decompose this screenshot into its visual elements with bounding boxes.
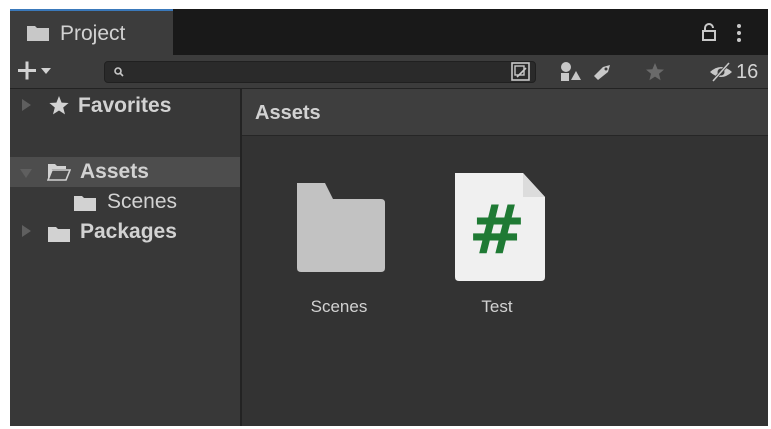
kebab-menu-icon[interactable] xyxy=(736,23,742,43)
folder-open-icon xyxy=(47,164,71,181)
breadcrumb-assets[interactable]: Assets xyxy=(255,101,321,125)
tree-item-label: Packages xyxy=(80,220,177,243)
project-window: Project 16 Favorites Assets Scenes Packa… xyxy=(10,9,768,426)
search-input[interactable] xyxy=(131,62,531,82)
tree-item-label: Assets xyxy=(80,160,149,183)
tree-item-scenes[interactable]: Scenes xyxy=(10,187,240,217)
foldout-arrow-icon[interactable] xyxy=(20,169,32,178)
script-hash-glyph: # xyxy=(468,191,526,270)
tab-label: Project xyxy=(60,22,126,45)
tree-item-assets[interactable]: Assets xyxy=(10,157,240,187)
create-dropdown-button[interactable] xyxy=(14,57,78,85)
tree-item-packages[interactable]: Packages xyxy=(10,217,240,247)
search-scope-icon[interactable] xyxy=(508,59,534,85)
asset-browser: Assets Scenes # Test xyxy=(242,89,768,426)
asset-item-scenes[interactable]: Scenes xyxy=(284,169,394,329)
tree-item-label: Favorites xyxy=(78,94,172,117)
star-icon[interactable] xyxy=(642,59,668,85)
toolbar: 16 xyxy=(10,55,768,89)
tree-item-favorites[interactable]: Favorites xyxy=(10,91,240,121)
search-icon xyxy=(114,67,124,77)
asset-item-test[interactable]: # Test xyxy=(442,169,552,329)
folder-tree: Favorites Assets Scenes Packages xyxy=(10,89,242,426)
search-field[interactable] xyxy=(104,61,536,83)
folder-icon xyxy=(48,227,70,242)
tree-item-label: Scenes xyxy=(107,190,178,213)
lock-icon[interactable] xyxy=(702,23,716,41)
folder-icon xyxy=(297,183,385,272)
asset-label: Test xyxy=(481,297,513,316)
foldout-arrow-icon[interactable] xyxy=(22,99,31,111)
tab-bar: Project xyxy=(10,9,768,55)
asset-label: Scenes xyxy=(310,297,368,316)
hidden-packages-count: 16 xyxy=(736,61,759,83)
foldout-arrow-icon[interactable] xyxy=(22,225,31,237)
hidden-packages-icon[interactable] xyxy=(708,59,734,85)
star-icon xyxy=(49,96,69,115)
tab-project[interactable]: Project xyxy=(10,9,173,55)
folder-icon xyxy=(27,26,49,41)
filter-by-label-icon[interactable] xyxy=(589,59,615,85)
folder-icon xyxy=(74,196,96,211)
filter-by-type-icon[interactable] xyxy=(557,59,583,85)
breadcrumb-bar: Assets xyxy=(242,89,768,136)
